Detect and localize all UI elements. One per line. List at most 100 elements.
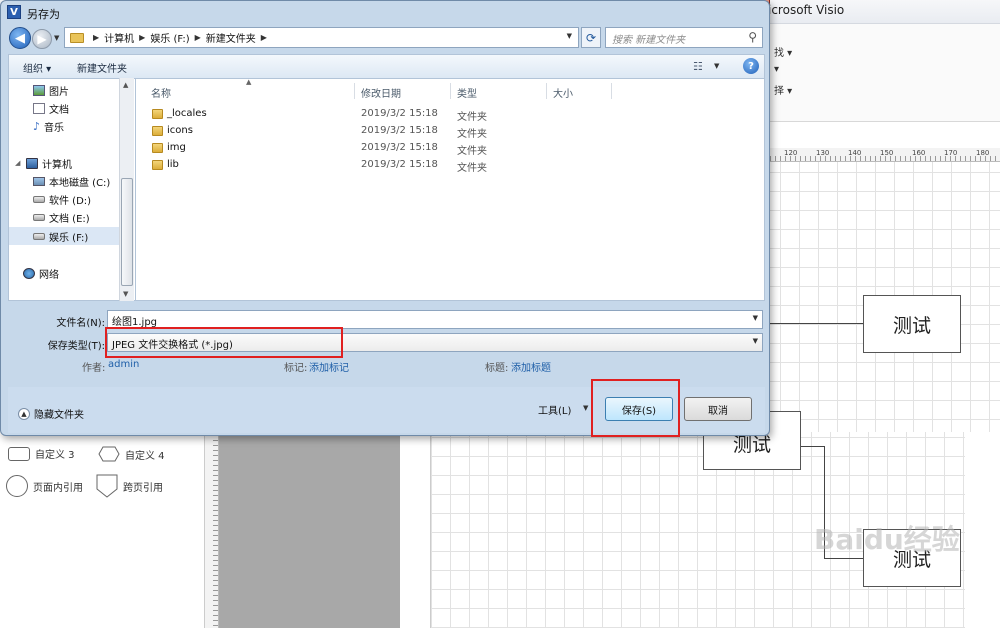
nav-item-label: 娱乐 (F:) (49, 232, 89, 244)
nav-item-label: 图片 (49, 86, 69, 98)
nav-item-drive-c[interactable]: 本地磁盘 (C:) (9, 172, 121, 190)
nav-item-music[interactable]: ♪ 音乐 (9, 117, 121, 135)
cancel-button[interactable]: 取消 (684, 397, 752, 421)
column-divider[interactable] (354, 83, 355, 99)
file-row[interactable]: icons 2019/3/2 15:18 文件夹 (136, 123, 756, 140)
file-row[interactable]: lib 2019/3/2 15:18 文件夹 (136, 157, 756, 174)
column-divider[interactable] (611, 83, 612, 99)
shape-label: 页面内引用 (33, 482, 83, 494)
forward-arrow-icon: ▶ (37, 32, 47, 46)
title-field-label: 标题: (485, 363, 509, 374)
organize-button[interactable]: 组织 ▾ (23, 60, 51, 75)
connector-line[interactable] (824, 558, 864, 559)
refresh-icon: ⟳ (585, 30, 597, 45)
back-button[interactable]: ◀ (9, 27, 31, 49)
nav-item-label: 网络 (39, 269, 59, 281)
tools-button[interactable]: 工具(L) (538, 402, 571, 417)
breadcrumb-chevron-icon[interactable]: ▶ (195, 33, 201, 42)
file-type: 文件夹 (457, 146, 487, 157)
file-name: img (167, 142, 186, 153)
scroll-up-arrow-icon[interactable]: ▲ (123, 81, 128, 89)
file-date: 2019/3/2 15:18 (361, 108, 438, 119)
hexagon-shape-icon (98, 446, 120, 462)
forward-button[interactable]: ▶ (32, 29, 52, 49)
breadcrumb-new-folder[interactable]: 新建文件夹 (206, 30, 256, 45)
file-date: 2019/3/2 15:18 (361, 142, 438, 153)
hide-folders-label: 隐藏文件夹 (34, 410, 84, 421)
connector-line[interactable] (770, 323, 864, 324)
nav-item-drive-e[interactable]: 文档 (E:) (9, 208, 121, 226)
scroll-down-arrow-icon[interactable]: ▼ (123, 290, 128, 298)
column-divider[interactable] (546, 83, 547, 99)
author-label: 作者: (82, 363, 106, 374)
visio-ribbon: 找 ▾ ▾ 择 ▾ (766, 24, 1000, 122)
add-title-link[interactable]: 添加标题 (511, 359, 551, 374)
shape-on-page-reference[interactable]: 页面内引用 (6, 475, 83, 497)
file-row[interactable]: _locales 2019/3/2 15:18 文件夹 (136, 106, 756, 123)
collapse-up-icon: ▲ (18, 407, 30, 420)
tools-dropdown-icon[interactable]: ▼ (583, 404, 588, 412)
shape-off-page-reference[interactable]: 跨页引用 (96, 474, 163, 498)
filename-dropdown-icon[interactable]: ▼ (753, 314, 758, 322)
off-page-shape-icon (96, 474, 118, 498)
flowchart-process-box[interactable]: 测试 (863, 295, 961, 353)
nav-item-label: 计算机 (42, 159, 72, 171)
ribbon-find-item[interactable]: 找 ▾ (774, 44, 792, 59)
ribbon-select-item[interactable]: 择 ▾ (774, 82, 792, 97)
system-drive-icon (33, 176, 45, 186)
column-header-date[interactable]: 修改日期 (361, 85, 401, 100)
column-header-name[interactable]: 名称 (151, 85, 171, 100)
hide-folders-toggle[interactable]: ▲ 隐藏文件夹 (18, 406, 84, 421)
breadcrumb-computer[interactable]: 计算机 (104, 30, 134, 45)
nav-item-computer[interactable]: ◢ 计算机 (9, 154, 121, 172)
collapse-arrow-icon[interactable]: ◢ (15, 159, 23, 167)
shapes-panel: 自定义 3 自定义 4 页面内引用 跨页引用 (0, 430, 205, 628)
save-as-dialog: V 另存为 ◀ ▶ ▼ ▶ 计算机 ▶ 娱乐 (F:) ▶ 新建文件夹 ▶ ▼ … (0, 0, 770, 437)
address-dropdown-icon[interactable]: ▼ (567, 32, 572, 40)
add-tags-link[interactable]: 添加标记 (309, 359, 349, 374)
folder-icon (152, 160, 163, 170)
nav-item-label: 本地磁盘 (C:) (49, 177, 111, 189)
view-dropdown-icon[interactable]: ▼ (714, 62, 719, 70)
ruler-label: 160 (912, 149, 926, 157)
column-header-size[interactable]: 大小 (553, 85, 573, 100)
scrollbar-thumb[interactable] (121, 178, 133, 286)
nav-item-network[interactable]: 网络 (9, 264, 121, 282)
column-divider[interactable] (450, 83, 451, 99)
ribbon-item[interactable]: ▾ (774, 64, 779, 75)
file-name: icons (167, 125, 193, 136)
search-input[interactable]: 搜索 新建文件夹 ⚲ (605, 27, 763, 48)
breadcrumb-drive-f[interactable]: 娱乐 (F:) (150, 30, 189, 45)
nav-item-drive-f[interactable]: 娱乐 (F:) (9, 227, 121, 245)
file-list: 名称 ▲ 修改日期 类型 大小 _locales 2019/3/2 15:18 … (135, 78, 765, 301)
nav-item-documents[interactable]: 文档 (9, 99, 121, 117)
author-value[interactable]: admin (108, 359, 139, 370)
folder-icon (152, 126, 163, 136)
nav-item-drive-d[interactable]: 软件 (D:) (9, 190, 121, 208)
help-icon[interactable]: ? (743, 58, 759, 74)
file-row[interactable]: img 2019/3/2 15:18 文件夹 (136, 140, 756, 157)
view-options-icon[interactable]: ☷ (693, 60, 703, 73)
breadcrumb-chevron-icon[interactable]: ▶ (261, 33, 267, 42)
address-bar[interactable]: ▶ 计算机 ▶ 娱乐 (F:) ▶ 新建文件夹 ▶ ▼ (64, 27, 579, 48)
breadcrumb-chevron-icon[interactable]: ▶ (93, 33, 99, 42)
breadcrumb-chevron-icon[interactable]: ▶ (139, 33, 145, 42)
connector-line[interactable] (800, 446, 824, 447)
filename-label: 文件名(N): (56, 318, 105, 329)
navigation-pane: 图片 文档 ♪ 音乐 ◢ 计算机 本地磁盘 (C:) 软件 (D:) 文档 (E… (8, 78, 135, 301)
nav-pane-scrollbar[interactable]: ▲ ▼ (119, 78, 134, 301)
back-arrow-icon: ◀ (15, 30, 25, 46)
folder-icon (70, 32, 84, 43)
search-icon[interactable]: ⚲ (748, 30, 757, 44)
new-folder-button[interactable]: 新建文件夹 (77, 60, 127, 75)
visio-app-icon: V (7, 5, 21, 19)
shape-custom-4[interactable]: 自定义 4 (98, 446, 165, 462)
column-header-type[interactable]: 类型 (457, 85, 477, 100)
refresh-button[interactable]: ⟳ (581, 27, 601, 48)
shape-custom-3[interactable]: 自定义 3 (8, 446, 75, 461)
vertical-ruler (205, 430, 219, 628)
file-date: 2019/3/2 15:18 (361, 159, 438, 170)
nav-item-pictures[interactable]: 图片 (9, 81, 121, 99)
filetype-dropdown-icon[interactable]: ▼ (753, 337, 758, 345)
recent-locations-dropdown[interactable]: ▼ (54, 34, 59, 42)
